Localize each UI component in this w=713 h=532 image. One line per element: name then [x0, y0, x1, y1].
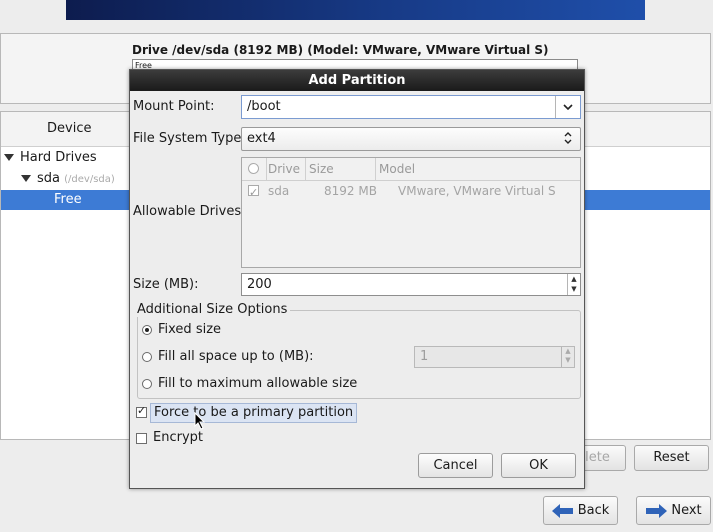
select-all-checkbox — [248, 163, 259, 174]
option-label: Fill to maximum allowable size — [158, 376, 358, 391]
option-fill-maximum[interactable]: Fill to maximum allowable size — [142, 375, 442, 393]
delete-button-label: lete — [585, 450, 610, 465]
option-label: Fixed size — [158, 322, 222, 337]
column-drive: Drive — [266, 158, 300, 180]
column-model: Model — [375, 158, 415, 180]
expander-icon[interactable] — [21, 175, 31, 182]
mouse-pointer-icon — [194, 412, 206, 430]
increment-icon[interactable]: ▲ — [562, 347, 574, 356]
force-primary-label: Force to be a primary partition — [150, 403, 358, 423]
fill-up-to-stepper[interactable]: ▲ ▼ — [561, 347, 574, 367]
encrypt-label: Encrypt — [153, 430, 203, 445]
option-label: Fill all space up to (MB): — [158, 349, 314, 364]
tree-row-label: Hard Drives — [20, 150, 97, 165]
mount-point-label: Mount Point: — [133, 99, 215, 114]
allowable-drives-list[interactable]: Drive Size Model sda 8192 MB VMware, VMw… — [241, 157, 581, 268]
drive-title: Drive /dev/sda (8192 MB) (Model: VMware,… — [132, 43, 549, 57]
size-stepper[interactable]: ▲ ▼ — [567, 274, 580, 295]
cancel-button-label: Cancel — [433, 458, 478, 473]
drive-checkbox[interactable] — [248, 182, 259, 204]
radio-fill-up-to[interactable] — [142, 352, 152, 362]
drive-model: VMware, VMware Virtual S — [398, 184, 556, 198]
fill-up-to-value: 1 — [420, 349, 429, 364]
tree-row-label: Free — [54, 192, 82, 207]
radio-fill-maximum[interactable] — [142, 379, 152, 389]
mount-point-combo[interactable]: /boot — [241, 95, 581, 119]
header-banner — [66, 0, 645, 20]
column-device: Device — [47, 121, 92, 136]
cancel-button[interactable]: Cancel — [418, 453, 493, 478]
radio-fixed-size[interactable] — [142, 325, 152, 335]
size-spinbox[interactable]: 200 ▲ ▼ — [241, 273, 581, 296]
drives-list-header: Drive Size Model — [242, 158, 580, 181]
encrypt-checkbox[interactable] — [136, 433, 147, 444]
size-value: 200 — [247, 277, 272, 292]
ok-button-label: OK — [529, 458, 548, 473]
reset-button-label: Reset — [653, 450, 690, 465]
option-fixed-size[interactable]: Fixed size — [142, 321, 402, 339]
force-primary-checkbox[interactable] — [136, 404, 147, 418]
back-button-label: Back — [577, 503, 610, 518]
updown-icon — [556, 128, 580, 150]
fs-type-select[interactable]: ext4 — [241, 127, 581, 151]
force-primary-checkbox-row[interactable]: Force to be a primary partition — [135, 403, 358, 423]
dialog-title: Add Partition — [130, 70, 584, 91]
decrement-icon[interactable]: ▼ — [562, 356, 574, 365]
tree-row-sublabel: (/dev/sda) — [64, 174, 115, 185]
mount-point-value: /boot — [247, 99, 281, 114]
next-arrow-icon — [646, 503, 668, 518]
increment-icon[interactable]: ▲ — [568, 274, 580, 284]
chevron-down-icon[interactable] — [555, 96, 580, 118]
back-arrow-icon — [551, 503, 573, 518]
option-fill-up-to[interactable]: Fill all space up to (MB): — [142, 348, 402, 366]
allowable-drives-label: Allowable Drives: — [133, 204, 246, 219]
column-size: Size — [305, 158, 334, 180]
fs-type-value: ext4 — [247, 131, 276, 146]
additional-size-options-title: Additional Size Options — [137, 302, 291, 317]
drive-name: sda — [268, 184, 290, 198]
drive-size: 8192 MB — [324, 184, 377, 198]
drive-row[interactable]: sda 8192 MB VMware, VMware Virtual S — [242, 180, 580, 204]
fs-type-label: File System Type: — [133, 131, 246, 146]
expander-icon[interactable] — [4, 154, 14, 161]
reset-button[interactable]: Reset — [634, 445, 709, 471]
next-button-label: Next — [671, 503, 702, 518]
ok-button[interactable]: OK — [501, 453, 576, 478]
decrement-icon[interactable]: ▼ — [568, 284, 580, 294]
tree-row-label: sda — [37, 171, 60, 186]
encrypt-checkbox-row[interactable]: Encrypt — [135, 430, 255, 448]
back-button[interactable]: Back — [543, 496, 618, 525]
fill-up-to-spinbox[interactable]: 1 ▲ ▼ — [414, 346, 575, 368]
next-button[interactable]: Next — [636, 496, 711, 525]
size-label: Size (MB): — [133, 277, 199, 292]
